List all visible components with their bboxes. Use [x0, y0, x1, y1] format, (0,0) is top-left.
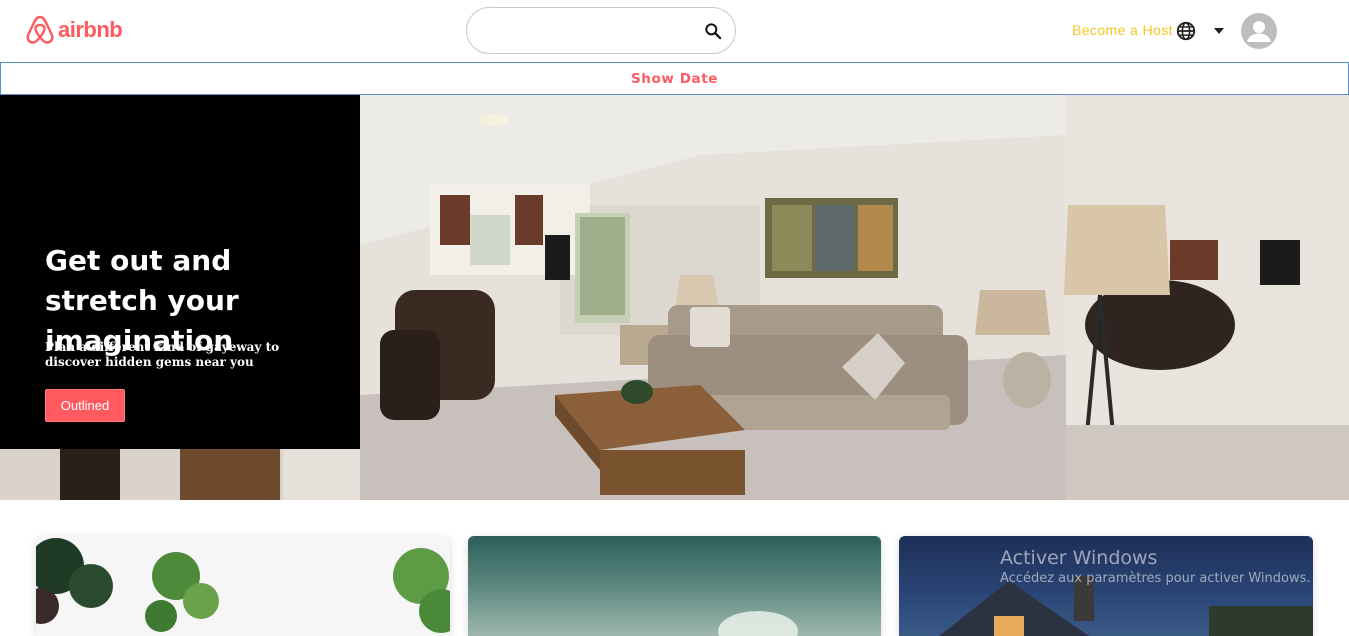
search-icon[interactable]	[703, 21, 723, 41]
sky-image	[718, 611, 798, 636]
airbnb-logo-icon	[26, 15, 54, 44]
caret-down-icon[interactable]	[1211, 24, 1227, 38]
top-navbar: airbnb Become a Host	[0, 0, 1349, 62]
search-bar[interactable]	[466, 7, 736, 54]
plants-image	[36, 536, 450, 636]
hero-subtitle: Plan a different kind of gayeway to disc…	[45, 340, 280, 369]
watermark-title: Activer Windows	[1000, 547, 1158, 569]
logo-text: airbnb	[58, 17, 123, 42]
become-host-link[interactable]: Become a Host	[1072, 22, 1173, 38]
user-avatar[interactable]	[1241, 13, 1277, 49]
globe-icon[interactable]	[1175, 20, 1197, 42]
hero-section: Get out and stretch your imagination Pla…	[0, 95, 1349, 500]
card-sky[interactable]	[468, 536, 881, 636]
hero-text-panel: Get out and stretch your imagination Pla…	[0, 95, 360, 449]
windows-activation-watermark: Activer Windows Accédez aux paramètres p…	[1000, 546, 1311, 588]
card-plants[interactable]	[36, 536, 450, 636]
outlined-button[interactable]: Outlined	[45, 389, 125, 422]
watermark-subtitle: Accédez aux paramètres pour activer Wind…	[1000, 571, 1311, 586]
search-input[interactable]	[483, 18, 698, 44]
user-avatar-icon	[1247, 21, 1271, 42]
airbnb-logo[interactable]: airbnb	[25, 14, 123, 46]
show-date-button[interactable]: Show Date	[0, 62, 1349, 95]
